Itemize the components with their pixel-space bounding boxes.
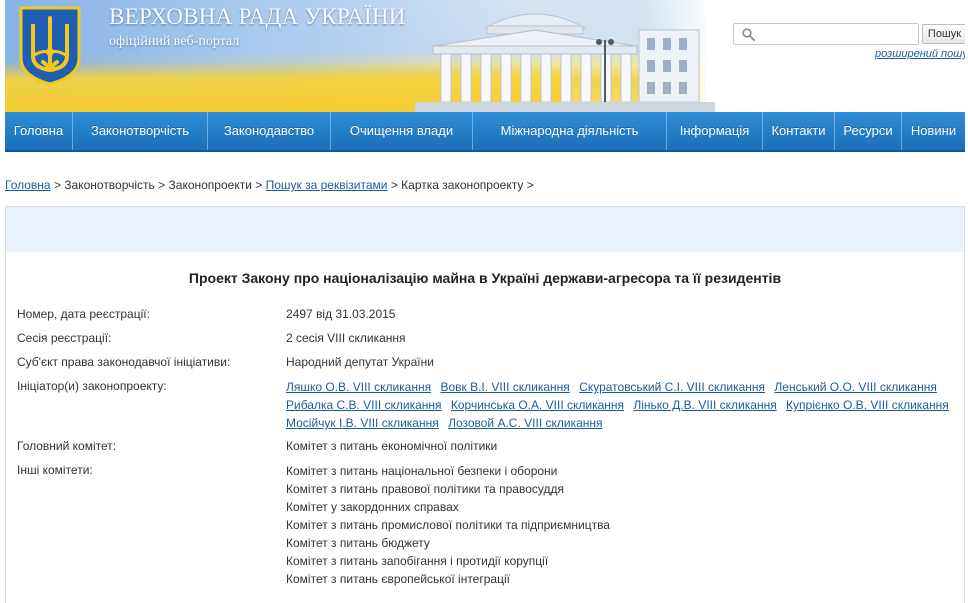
committee-item: Комітет з питань правової політики та пр… xyxy=(286,482,564,496)
advanced-search-link[interactable]: розширений пошук xyxy=(875,48,965,60)
committee-item: Комітет з питань національної безпеки і … xyxy=(286,464,558,478)
main-committee-value: Комітет з питань економічної політики xyxy=(286,439,498,453)
other-committees-list: Комітет з питань національної безпеки і … xyxy=(286,462,610,588)
site-header: ВЕРХОВНА РАДА УКРАЇНИ офіційний веб-порт… xyxy=(5,0,965,112)
nav-item-resources[interactable]: Ресурси xyxy=(835,112,902,150)
initiator-link[interactable]: Ляшко О.В. VIII скликання xyxy=(286,380,431,394)
initiator-link[interactable]: Рибалка С.В. VIII скликання xyxy=(286,398,442,412)
subject-label: Суб'єкт права законодавчої ініціативи: xyxy=(17,355,231,369)
committee-item: Комітет з питань запобігання і протидії … xyxy=(286,554,549,568)
parliament-building-image xyxy=(415,13,715,112)
site-title[interactable]: ВЕРХОВНА РАДА УКРАЇНИ xyxy=(109,4,406,30)
main-navigation: Головна Законотворчість Законодавство Оч… xyxy=(5,112,965,152)
subject-value: Народний депутат України xyxy=(286,355,434,369)
initiators-list: Ляшко О.В. VIII скликання Вовк В.І. VIII… xyxy=(286,378,956,432)
nav-item-contacts[interactable]: Контакти xyxy=(763,112,835,150)
initiator-link[interactable]: Вовк В.І. VIII скликання xyxy=(440,380,569,394)
other-committees-label: Інші комітети: xyxy=(17,463,93,477)
breadcrumb-separator: > xyxy=(53,178,61,192)
search-input[interactable] xyxy=(758,25,916,43)
initiators-label: Ініціатор(и) законопроекту: xyxy=(17,379,167,393)
registration-value: 2497 від 31.03.2015 xyxy=(286,307,396,321)
breadcrumb-separator: > xyxy=(526,178,534,192)
nav-item-news[interactable]: Новини xyxy=(902,112,965,150)
initiator-link[interactable]: Ленський О.О. VIII скликання xyxy=(774,380,936,394)
session-value: 2 сесія VIII скликання xyxy=(286,331,406,345)
nav-item-lustration[interactable]: Очищення влади xyxy=(331,112,473,150)
search-box xyxy=(733,23,919,45)
committee-item: Комітет з питань промислової політики та… xyxy=(286,518,610,532)
initiator-link[interactable]: Мосійчук І.В. VIII скликання xyxy=(286,416,439,430)
breadcrumb-bills: Законопроекти xyxy=(168,178,252,192)
main-committee-label: Головний комітет: xyxy=(17,439,117,453)
initiator-link[interactable]: Лозовой А.С. VIII скликання xyxy=(448,416,602,430)
breadcrumb-separator: > xyxy=(255,178,263,192)
initiator-link[interactable]: Купрієнко О.В. VIII скликання xyxy=(786,398,949,412)
nav-item-international[interactable]: Міжнародна діяльність xyxy=(473,112,667,150)
nav-item-lawmaking[interactable]: Законотворчість xyxy=(73,112,208,150)
breadcrumb: Головна > Законотворчість > Законопроект… xyxy=(5,178,534,192)
breadcrumb-bill-card: Картка законопроекту xyxy=(401,178,524,192)
committee-item: Комітет з питань бюджету xyxy=(286,536,430,550)
breadcrumb-lawmaking: Законотворчість xyxy=(64,178,155,192)
initiator-link[interactable]: Лінько Д.В. VIII скликання xyxy=(633,398,776,412)
nav-item-information[interactable]: Інформація xyxy=(667,112,763,150)
committee-item: Комітет у закордонних справах xyxy=(286,500,459,514)
session-label: Сесія реєстрації: xyxy=(17,331,112,345)
breadcrumb-separator: > xyxy=(390,178,398,192)
content-header-band xyxy=(5,206,965,253)
search-icon xyxy=(742,28,755,41)
initiator-link[interactable]: Корчинська О.А. VIII скликання xyxy=(451,398,624,412)
site-subtitle: офіційний веб-портал xyxy=(109,34,240,49)
bill-title: Проект Закону про націоналізацію майна в… xyxy=(188,270,782,286)
initiator-link[interactable]: Скуратовський С.І. VIII скликання xyxy=(579,380,765,394)
coat-of-arms-icon[interactable] xyxy=(19,6,81,86)
nav-item-legislation[interactable]: Законодавство xyxy=(208,112,331,150)
breadcrumb-home-link[interactable]: Головна xyxy=(5,178,51,192)
committee-item: Комітет з питань європейської інтеграції xyxy=(286,572,510,586)
search-button[interactable]: Пошук xyxy=(922,24,965,44)
breadcrumb-search-link[interactable]: Пошук за реквізитами xyxy=(266,178,388,192)
breadcrumb-separator: > xyxy=(158,178,166,192)
registration-label: Номер, дата реєстрації: xyxy=(17,307,150,321)
nav-item-home[interactable]: Головна xyxy=(5,112,73,150)
